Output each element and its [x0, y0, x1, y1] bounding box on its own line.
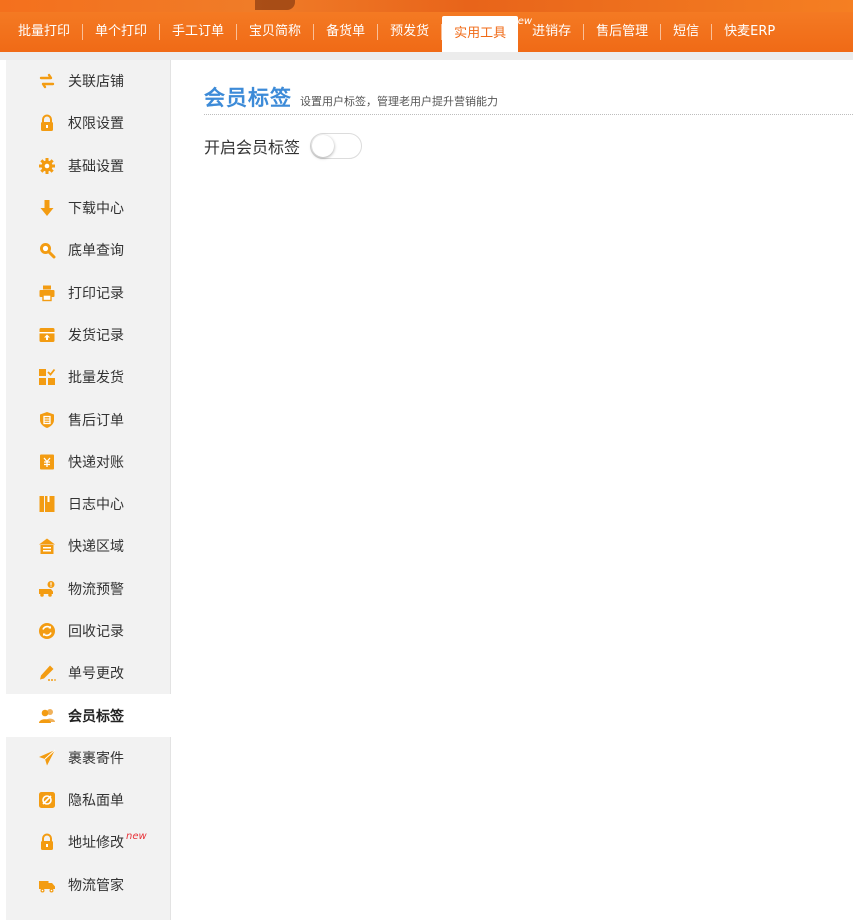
- sidebar-item-label: 底单查询: [68, 243, 124, 260]
- lock-icon: [38, 114, 56, 132]
- sidebar-item-label: 日志中心: [68, 497, 124, 514]
- sidebar-item-label: 批量发货: [68, 370, 124, 387]
- download-arrow-icon: [38, 199, 56, 217]
- sidebar-item-label: 隐私面单: [68, 793, 124, 810]
- sidebar-item-label: 权限设置: [68, 116, 124, 133]
- sidebar-item-shipping-records[interactable]: 发货记录: [6, 314, 170, 356]
- sidebar-item-logistics-warning[interactable]: 物流预警: [6, 568, 170, 610]
- sidebar-item-print-records[interactable]: 打印记录: [6, 271, 170, 313]
- nav-erp[interactable]: 快麦ERP: [712, 12, 787, 52]
- nav-inventory[interactable]: 进销存: [518, 12, 583, 52]
- sidebar-item-download-center[interactable]: 下载中心: [6, 187, 170, 229]
- sidebar-item-privacy-waybill[interactable]: 隐私面单: [6, 779, 170, 821]
- sidebar-item-label: 打印记录: [68, 285, 124, 302]
- bill-icon: [38, 453, 56, 471]
- sidebar: 关联店铺 权限设置 基础设置 下载中心 底单查询 打印记录 发货记录 批量发货 …: [6, 60, 171, 920]
- nav-tools[interactable]: 实用工具 new: [442, 16, 532, 52]
- nav-stock-list[interactable]: 备货单: [314, 12, 377, 52]
- sidebar-item-recycle-records[interactable]: 回收记录: [6, 610, 170, 652]
- sidebar-item-express-area[interactable]: 快递区域: [6, 525, 170, 567]
- sidebar-item-label: 单号更改: [68, 666, 124, 683]
- sidebar-item-label: 关联店铺: [68, 74, 124, 91]
- nav-after-sales[interactable]: 售后管理: [584, 12, 660, 52]
- nav-sms[interactable]: 短信: [661, 12, 711, 52]
- sidebar-item-member-tags[interactable]: 会员标签: [6, 694, 171, 737]
- nav-pre-ship[interactable]: 预发货: [378, 12, 441, 52]
- sidebar-item-label: 下载中心: [68, 201, 124, 218]
- main-content: 会员标签 设置用户标签，管理老用户提升营销能力 开启会员标签: [171, 60, 853, 920]
- sidebar-item-label: 地址修改: [68, 835, 124, 852]
- privacy-icon: [38, 791, 56, 809]
- search-icon: [38, 241, 56, 259]
- sidebar-item-label: 物流预警: [68, 581, 124, 598]
- page-description: 设置用户标签，管理老用户提升营销能力: [300, 95, 498, 108]
- truck-alert-icon: [38, 580, 56, 598]
- nav-single-print[interactable]: 单个打印: [83, 12, 159, 52]
- sidebar-item-after-sale-orders[interactable]: 售后订单: [6, 398, 170, 440]
- page-title: 会员标签: [204, 86, 292, 110]
- sidebar-item-address-change[interactable]: 地址修改 new: [6, 821, 170, 863]
- sidebar-item-link-shop[interactable]: 关联店铺: [6, 60, 170, 102]
- members-icon: [38, 707, 56, 725]
- member-tag-toggle[interactable]: [310, 133, 363, 159]
- sidebar-item-logistics-butler[interactable]: 物流管家: [6, 864, 170, 906]
- sidebar-item-batch-ship[interactable]: 批量发货: [6, 356, 170, 398]
- sidebar-item-express-reconcile[interactable]: 快递对账: [6, 441, 170, 483]
- sidebar-item-label: 裹裹寄件: [68, 750, 124, 767]
- sidebar-item-label: 基础设置: [68, 158, 124, 175]
- sidebar-item-tracking-change[interactable]: 单号更改: [6, 652, 170, 694]
- title-row: 会员标签 设置用户标签，管理老用户提升营销能力: [204, 82, 853, 115]
- sidebar-item-label: 回收记录: [68, 624, 124, 640]
- sidebar-item-log-center[interactable]: 日志中心: [6, 483, 170, 525]
- sidebar-item-label: 快递对账: [68, 454, 124, 471]
- sidebar-item-label: 发货记录: [68, 327, 124, 344]
- lock-icon: [38, 833, 56, 851]
- toggle-label: 开启会员标签: [204, 138, 301, 157]
- truck-icon: [38, 876, 56, 894]
- new-badge: new: [126, 830, 147, 842]
- sidebar-item-guoguo-send[interactable]: 裹裹寄件: [6, 737, 170, 779]
- nav-manual-order[interactable]: 手工订单: [160, 12, 236, 52]
- log-book-icon: [38, 495, 56, 513]
- toggle-knob: [312, 135, 335, 157]
- top-banner-strip: [0, 0, 853, 12]
- after-sale-shield-icon: [38, 411, 56, 429]
- sidebar-item-permissions[interactable]: 权限设置: [6, 102, 170, 144]
- grid-check-icon: [38, 368, 56, 386]
- page: 批量打印 单个打印 手工订单 宝贝简称 备货单 预发货 实用工具 new 进销存…: [0, 0, 853, 920]
- sidebar-item-label: 会员标签: [68, 708, 124, 725]
- recycle-icon: [38, 622, 56, 640]
- nav-batch-print[interactable]: 批量打印: [0, 12, 82, 52]
- sidebar-item-waybill-query[interactable]: 底单查询: [6, 229, 170, 271]
- warehouse-icon: [38, 537, 56, 555]
- top-nav: 批量打印 单个打印 手工订单 宝贝简称 备货单 预发货 实用工具 new 进销存…: [0, 12, 853, 52]
- gear-icon: [38, 157, 56, 175]
- printer-icon: [38, 284, 56, 302]
- nav-underbar: [0, 52, 853, 60]
- nav-product-alias[interactable]: 宝贝简称: [237, 12, 313, 52]
- shipping-box-icon: [38, 326, 56, 344]
- member-tag-toggle-row: 开启会员标签: [204, 133, 363, 159]
- sidebar-item-label: 快递区域: [68, 539, 124, 556]
- banner-decoration: [255, 0, 295, 10]
- sidebar-item-label: 物流管家: [68, 877, 124, 894]
- link-arrows-icon: [38, 72, 56, 90]
- sidebar-item-label: 售后订单: [68, 412, 124, 429]
- paper-plane-icon: [38, 749, 56, 767]
- pen-edit-icon: [38, 664, 56, 682]
- sidebar-item-basic-settings[interactable]: 基础设置: [6, 145, 170, 187]
